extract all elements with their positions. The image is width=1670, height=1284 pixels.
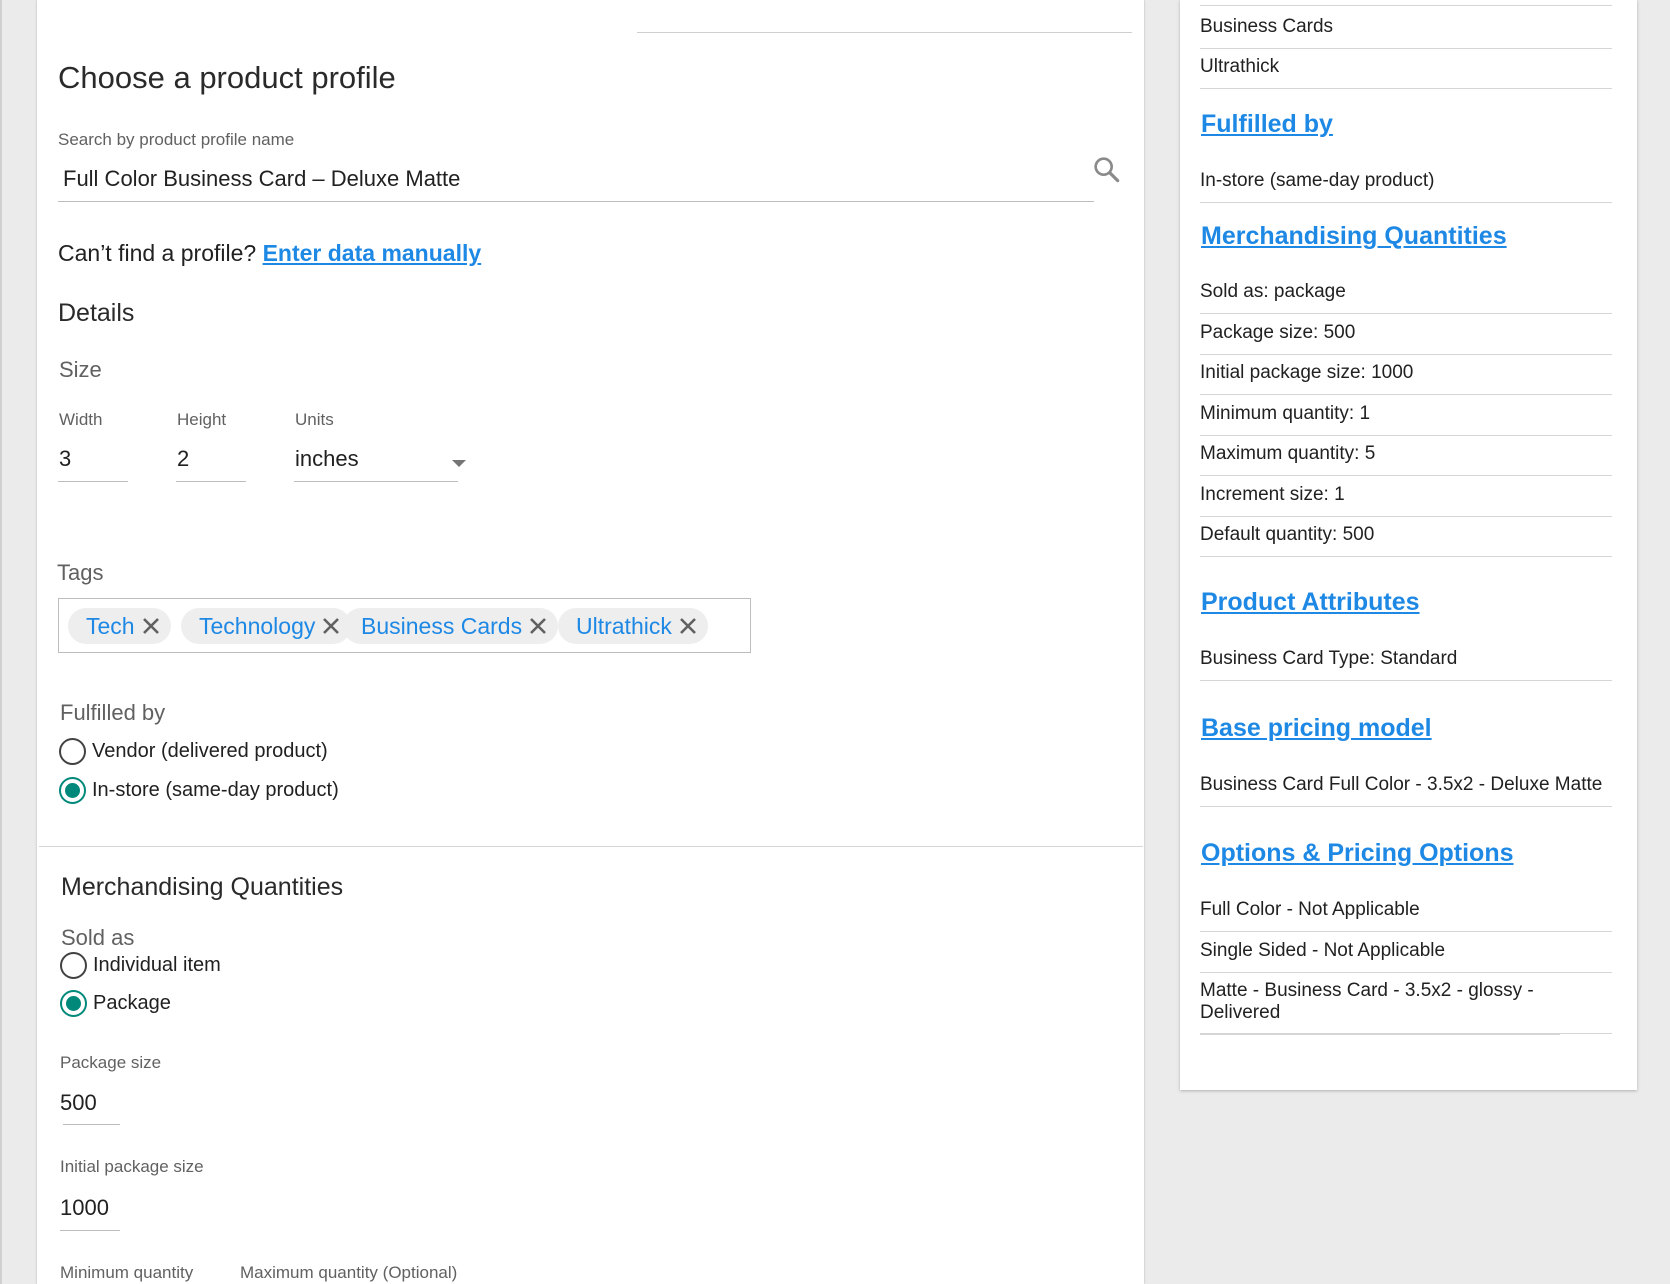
page: Choose a product profile Search by produ… <box>0 0 1670 1284</box>
enter-data-manually-link[interactable]: Enter data manually <box>263 240 482 266</box>
radio-vendor[interactable]: Vendor (delivered product) <box>59 738 328 765</box>
summary-row: Default quantity: 500 <box>1200 524 1612 557</box>
product-profile-form: Choose a product profile Search by produ… <box>37 0 1144 1284</box>
width-label: Width <box>59 410 103 429</box>
summary-heading-fulfilled-by[interactable]: Fulfilled by <box>1201 110 1333 139</box>
tag-chip: Technology <box>181 608 352 644</box>
summary-row: Sold as: package <box>1200 281 1612 314</box>
tag-chip-label: Tech <box>86 612 135 639</box>
initial-package-size-label: Initial package size <box>60 1157 204 1176</box>
package-size-underline <box>63 1124 120 1125</box>
section-divider <box>39 846 1143 847</box>
radio-label: Vendor (delivered product) <box>92 740 328 762</box>
fulfilled-by-label: Fulfilled by <box>60 700 166 725</box>
radio-label: In-store (same-day product) <box>92 779 339 801</box>
close-icon[interactable] <box>319 614 343 638</box>
left-edge <box>0 0 2 1284</box>
tags-input[interactable]: Tech Technology Business Cards Ultrathic… <box>58 598 751 653</box>
initial-package-size-input[interactable]: 1000 <box>60 1195 109 1221</box>
chevron-down-icon[interactable] <box>452 460 466 467</box>
cant-find-text: Can’t find a profile? Enter data manuall… <box>58 240 481 267</box>
summary-heading-options[interactable]: Options & Pricing Options <box>1201 839 1514 868</box>
summary-row: Maximum quantity: 5 <box>1200 443 1612 476</box>
close-icon[interactable] <box>526 614 550 638</box>
summary-heading-pricing[interactable]: Base pricing model <box>1201 714 1432 743</box>
close-icon[interactable] <box>676 614 700 638</box>
summary-panel: Business Cards Ultrathick Fulfilled by I… <box>1180 0 1637 1090</box>
summary-bottom-rule <box>1200 1033 1612 1034</box>
top-divider <box>637 32 1132 33</box>
summary-row: Increment size: 1 <box>1200 484 1612 517</box>
search-underline <box>58 201 1094 202</box>
minimum-quantity-label: Minimum quantity <box>60 1263 194 1282</box>
radio-individual-item[interactable]: Individual item <box>60 952 221 979</box>
summary-row: Initial package size: 1000 <box>1200 362 1612 395</box>
cant-find-label: Can’t find a profile? <box>58 240 257 266</box>
summary-row: In-store (same-day product) <box>1200 170 1612 203</box>
search-label: Search by product profile name <box>58 130 295 149</box>
tag-chip: Tech <box>68 608 171 644</box>
units-underline <box>294 481 458 482</box>
summary-top-rule <box>1200 5 1612 6</box>
summary-row: Minimum quantity: 1 <box>1200 403 1612 436</box>
radio-button[interactable] <box>59 738 86 765</box>
radio-label: Individual item <box>93 954 221 976</box>
summary-heading-merch[interactable]: Merchandising Quantities <box>1201 222 1507 251</box>
radio-package[interactable]: Package <box>60 990 171 1017</box>
summary-heading-attributes[interactable]: Product Attributes <box>1201 588 1420 617</box>
tag-chip-label: Technology <box>199 612 316 639</box>
merch-title: Merchandising Quantities <box>61 873 344 901</box>
radio-label: Package <box>93 992 171 1014</box>
tag-chip-label: Ultrathick <box>576 612 672 639</box>
tag-chip: Ultrathick <box>558 608 708 644</box>
units-label: Units <box>295 410 334 429</box>
summary-row: Business Card Full Color - 3.5x2 - Delux… <box>1200 774 1612 807</box>
width-underline <box>58 481 128 482</box>
height-underline <box>176 481 246 482</box>
height-input[interactable]: 2 <box>177 446 189 472</box>
summary-row: Ultrathick <box>1200 56 1612 89</box>
initial-package-size-underline <box>60 1230 120 1231</box>
summary-row: Matte - Business Card - 3.5x2 - glossy -… <box>1200 980 1560 1035</box>
radio-button-selected[interactable] <box>60 990 87 1017</box>
summary-row: Single Sided - Not Applicable <box>1200 940 1612 973</box>
search-icon[interactable] <box>1091 154 1123 186</box>
size-label: Size <box>59 357 102 382</box>
tags-label: Tags <box>57 560 104 585</box>
radio-button-selected[interactable] <box>59 777 86 804</box>
height-label: Height <box>177 410 227 429</box>
details-title: Details <box>58 299 135 327</box>
summary-row: Business Cards <box>1200 16 1612 49</box>
search-input[interactable]: Full Color Business Card – Deluxe Matte <box>63 166 460 192</box>
package-size-label: Package size <box>60 1053 162 1072</box>
tag-chip-label: Business Cards <box>361 612 523 639</box>
maximum-quantity-label: Maximum quantity (Optional) <box>240 1263 458 1282</box>
units-select[interactable]: inches <box>295 446 359 472</box>
summary-row: Package size: 500 <box>1200 322 1612 355</box>
tag-chip: Business Cards <box>343 608 559 644</box>
package-size-input[interactable]: 500 <box>60 1090 97 1116</box>
radio-in-store[interactable]: In-store (same-day product) <box>59 777 339 804</box>
summary-row: Full Color - Not Applicable <box>1200 899 1612 932</box>
width-input[interactable]: 3 <box>59 446 71 472</box>
sold-as-label: Sold as <box>61 925 135 950</box>
summary-row: Business Card Type: Standard <box>1200 648 1612 681</box>
page-title: Choose a product profile <box>58 60 396 95</box>
close-icon[interactable] <box>139 614 163 638</box>
radio-button[interactable] <box>60 952 87 979</box>
